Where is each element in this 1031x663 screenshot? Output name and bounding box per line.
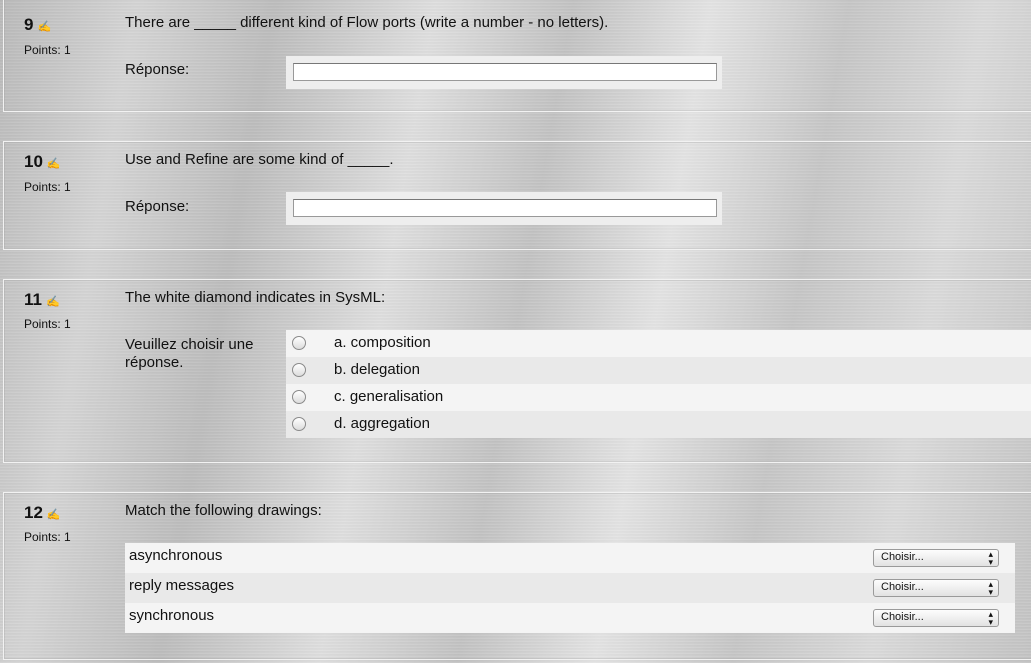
radio-button[interactable]: [292, 336, 306, 350]
choice-a[interactable]: a. composition: [286, 330, 1031, 357]
edit-pencil-icon[interactable]: ✍: [37, 21, 51, 33]
updown-arrow-icon: ▴ ▾: [988, 549, 993, 567]
match-select[interactable]: Choisir... ▴ ▾: [873, 609, 999, 627]
edit-pencil-icon[interactable]: ✍: [47, 158, 61, 170]
answer-box: [286, 192, 722, 225]
radio-button[interactable]: [292, 363, 306, 377]
choice-label: b. delegation: [334, 361, 420, 378]
match-label: synchronous: [129, 607, 215, 624]
updown-arrow-icon: ▴ ▾: [988, 579, 993, 597]
choice-c[interactable]: c. generalisation: [286, 384, 1031, 411]
question-points: Points: 1: [24, 43, 71, 57]
match-row: reply messages Choisir... ▴ ▾: [125, 573, 1015, 603]
match-label: reply messages: [129, 577, 235, 594]
question-text: The white diamond indicates in SysML:: [125, 289, 386, 306]
question-text: Match the following drawings:: [125, 502, 322, 519]
choice-label: d. aggregation: [334, 415, 430, 432]
radio-button[interactable]: [292, 390, 306, 404]
question-11: 11 ✍ Points: 1 The white diamond indicate…: [3, 279, 1031, 463]
question-points: Points: 1: [24, 530, 71, 544]
match-select[interactable]: Choisir... ▴ ▾: [873, 549, 999, 567]
question-12: 12 ✍ Points: 1 Match the following drawin…: [3, 492, 1031, 660]
answer-box: [286, 56, 722, 89]
question-points: Points: 1: [24, 180, 71, 194]
question-number: 11 ✍: [24, 290, 60, 309]
answer-label: Réponse:: [125, 61, 190, 78]
question-text: Use and Refine are some kind of _____.: [125, 151, 394, 168]
radio-button[interactable]: [292, 417, 306, 431]
question-9: 9 ✍ Points: 1 There are _____ different k…: [3, 0, 1031, 112]
match-row: asynchronous Choisir... ▴ ▾: [125, 543, 1015, 573]
choose-prompt: Veuillez choisir une réponse.: [125, 336, 254, 371]
choice-d[interactable]: d. aggregation: [286, 411, 1031, 438]
answer-label: Réponse:: [125, 198, 190, 215]
answer-input[interactable]: [293, 199, 717, 217]
match-select[interactable]: Choisir... ▴ ▾: [873, 579, 999, 597]
updown-arrow-icon: ▴ ▾: [988, 609, 993, 627]
edit-pencil-icon[interactable]: ✍: [47, 509, 61, 521]
choice-label: c. generalisation: [334, 388, 444, 405]
question-text: There are _____ different kind of Flow p…: [125, 14, 609, 31]
match-label: asynchronous: [129, 547, 223, 564]
question-points: Points: 1: [24, 317, 71, 331]
edit-pencil-icon[interactable]: ✍: [46, 296, 60, 308]
match-table: asynchronous Choisir... ▴ ▾ reply message…: [125, 543, 1015, 633]
choice-list: a. composition b. delegation c. generali…: [286, 330, 1031, 438]
match-row: synchronous Choisir... ▴ ▾: [125, 603, 1015, 633]
choice-label: a. composition: [334, 334, 431, 351]
choice-b[interactable]: b. delegation: [286, 357, 1031, 384]
question-number: 9 ✍: [24, 15, 52, 34]
question-10: 10 ✍ Points: 1 Use and Refine are some ki…: [3, 141, 1031, 250]
question-number: 10 ✍: [24, 152, 61, 171]
answer-input[interactable]: [293, 63, 717, 81]
question-number: 12 ✍: [24, 503, 61, 522]
